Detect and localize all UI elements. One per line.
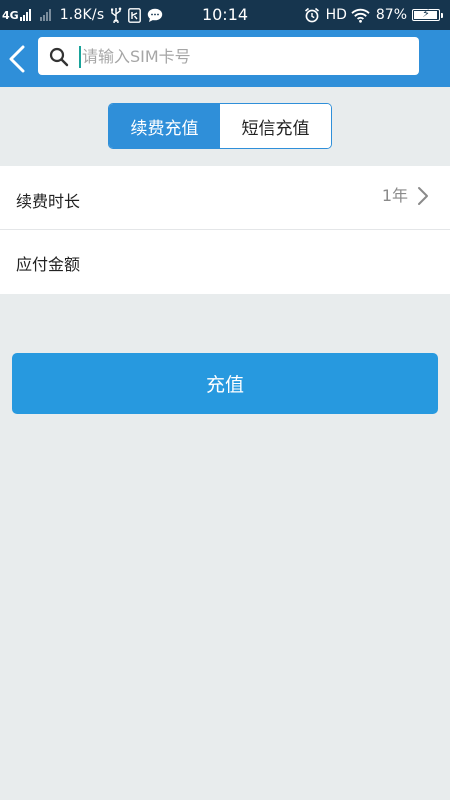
search-icon xyxy=(49,47,69,67)
amount-label: 应付金额 xyxy=(16,255,81,274)
back-button[interactable] xyxy=(2,40,32,78)
duration-row[interactable]: 续费时长 1年 xyxy=(0,166,450,230)
signal-icon xyxy=(19,9,32,21)
status-left: 4G 1.8K/s xyxy=(2,0,169,30)
network-type: 4G xyxy=(2,8,19,22)
recharge-button[interactable]: 充值 xyxy=(12,353,438,414)
recharge-type-tabs: 续费充值 短信充值 xyxy=(108,103,332,149)
sim-tool-icon xyxy=(128,7,142,23)
wifi-icon xyxy=(351,8,370,23)
message-icon xyxy=(147,8,163,23)
screen: 4G 1.8K/s 10:14 HD 87% ⚡ 请输入SIM卡号 续费充值 短… xyxy=(0,0,450,800)
duration-value: 1年 xyxy=(381,186,408,205)
usb-icon xyxy=(110,7,122,23)
text-cursor xyxy=(79,46,81,68)
tab-sms-recharge[interactable]: 短信充值 xyxy=(220,104,331,148)
duration-label: 续费时长 xyxy=(16,192,81,211)
sim-number-input[interactable] xyxy=(82,37,402,75)
app-header xyxy=(0,30,450,87)
recharge-form: 续费时长 1年 应付金额 xyxy=(0,166,450,294)
chevron-left-icon xyxy=(9,45,25,73)
tab-renewal-recharge[interactable]: 续费充值 xyxy=(109,104,220,148)
hd-indicator: HD xyxy=(325,7,347,23)
battery-charging-icon: ⚡ xyxy=(412,7,443,21)
search-box[interactable] xyxy=(38,37,419,75)
network-speed: 1.8K/s xyxy=(59,7,105,23)
amount-row: 应付金额 xyxy=(0,230,450,294)
signal-dim-icon xyxy=(39,9,52,21)
bolt-icon: ⚡ xyxy=(422,7,430,20)
alarm-icon xyxy=(304,7,320,23)
battery-percent: 87% xyxy=(375,7,407,23)
status-right: HD 87% ⚡ xyxy=(304,0,443,30)
status-bar: 4G 1.8K/s 10:14 HD 87% ⚡ xyxy=(0,0,450,30)
chevron-right-icon xyxy=(418,187,428,205)
